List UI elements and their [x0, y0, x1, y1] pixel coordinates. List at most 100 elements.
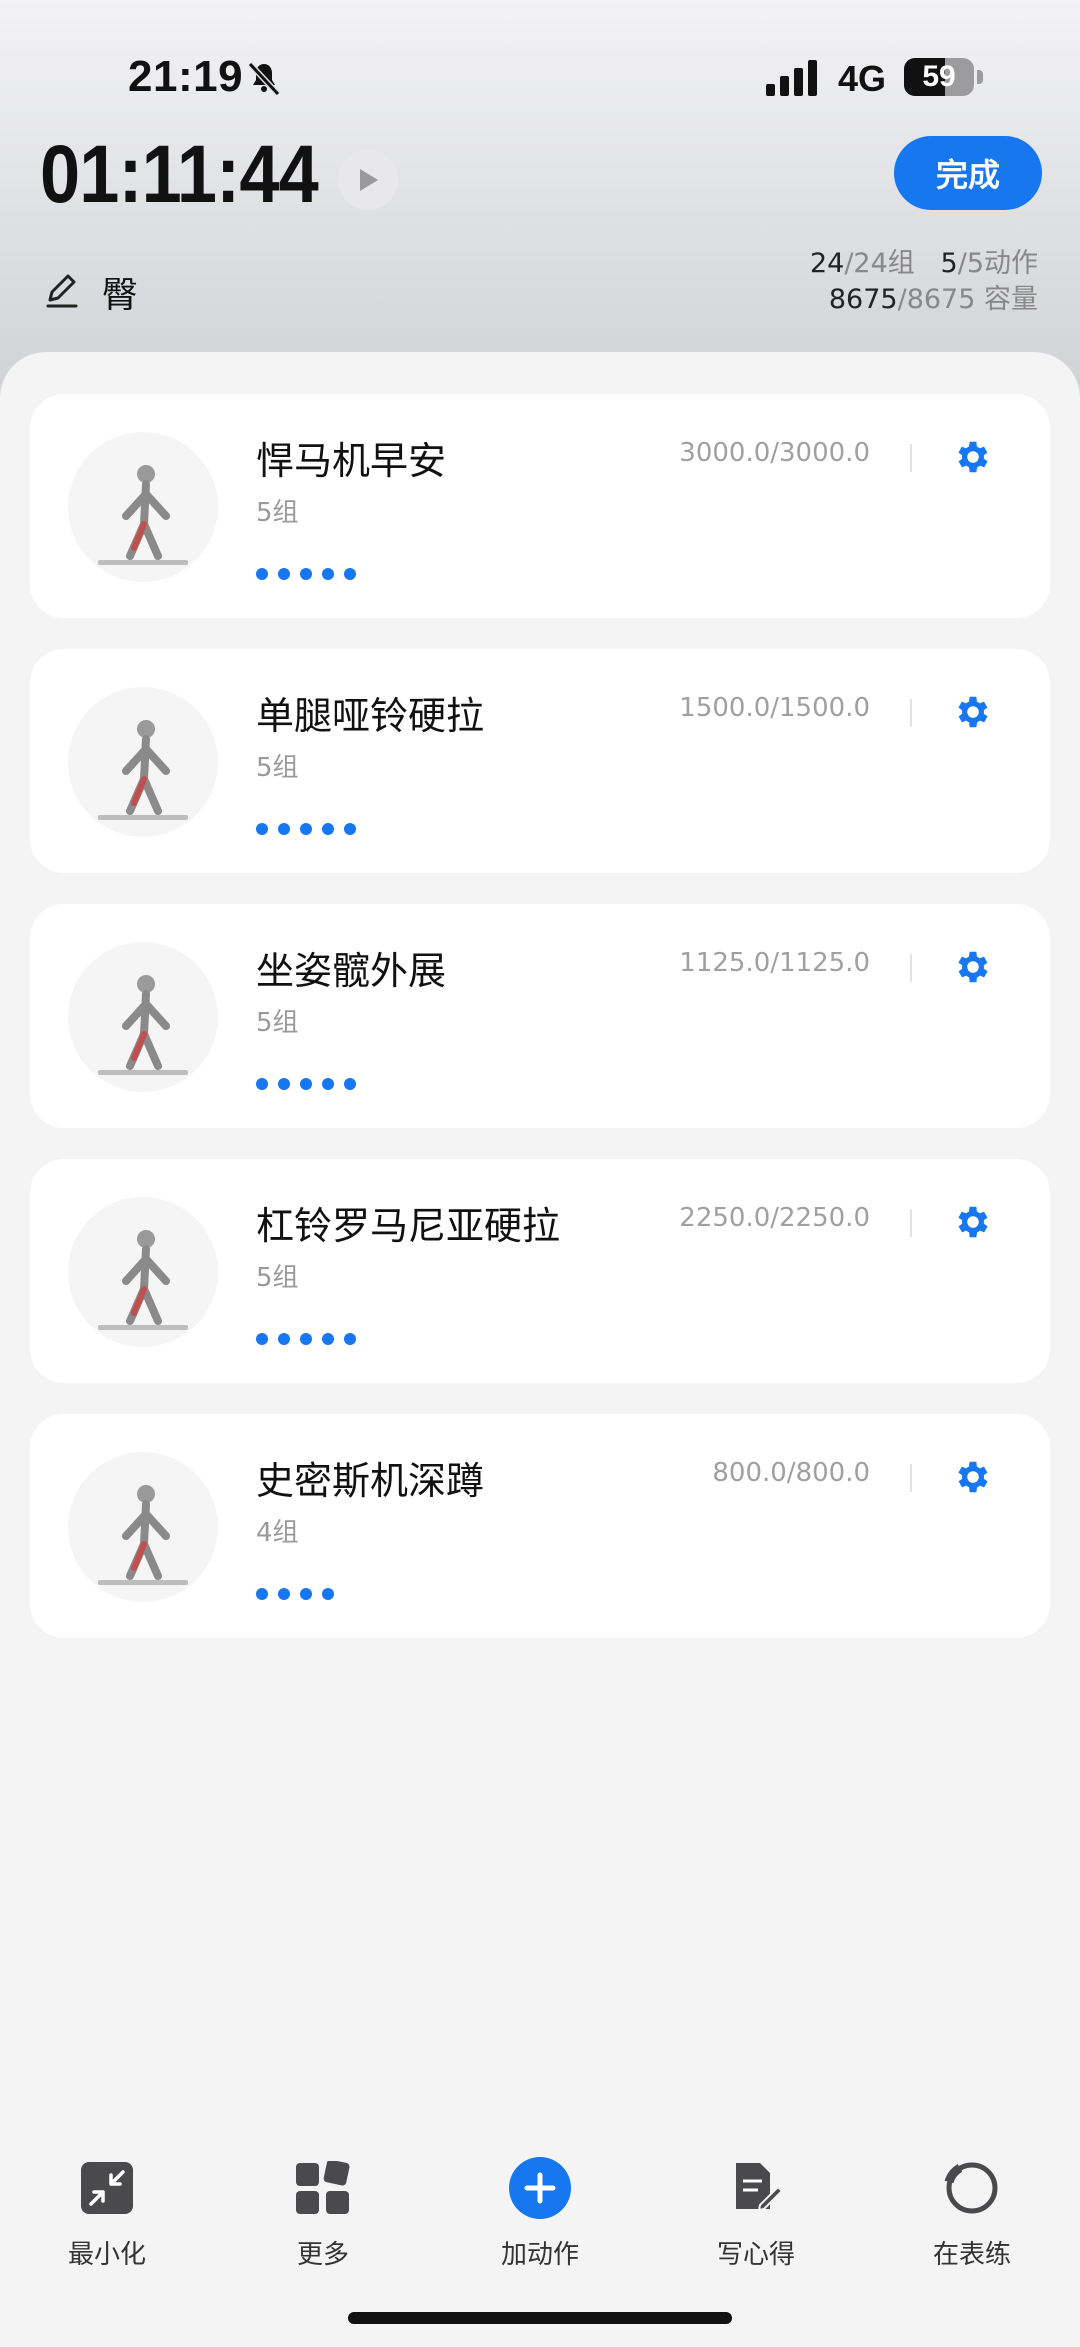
set-dot — [256, 823, 268, 835]
set-dot — [278, 568, 290, 580]
settings-button[interactable] — [948, 1452, 998, 1502]
sets-done: 24 — [809, 248, 845, 279]
set-dot — [344, 1333, 356, 1345]
exercise-volume: 3000.0/3000.0 — [679, 438, 870, 468]
set-dot — [322, 823, 334, 835]
home-indicator — [348, 2312, 732, 2324]
set-dot — [322, 1078, 334, 1090]
exercise-card[interactable]: 杠铃罗马尼亚硬拉 5组 2250.0/2250.0 — [30, 1159, 1050, 1383]
exercise-card[interactable]: 悍马机早安 5组 3000.0/3000.0 — [30, 394, 1050, 618]
set-progress-dots — [256, 1588, 334, 1600]
minimize-icon — [75, 2156, 139, 2220]
set-progress-dots — [256, 1333, 356, 1345]
exercise-volume: 1500.0/1500.0 — [679, 693, 870, 723]
settings-button[interactable] — [948, 1197, 998, 1247]
seated-hip-abduction-icon — [68, 942, 218, 1092]
exercise-name: 杠铃罗马尼亚硬拉 — [256, 1204, 561, 1248]
play-button[interactable] — [338, 150, 398, 210]
note-edit-icon — [724, 2156, 788, 2220]
battery-level: 59 — [922, 60, 956, 93]
bell-muted-icon — [247, 61, 281, 97]
exercise-volume: 1125.0/1125.0 — [679, 948, 870, 978]
nav-label: 在表练 — [932, 2240, 1011, 2270]
battery-icon: 59 — [904, 58, 974, 96]
status-time: 21:19 — [128, 52, 244, 101]
exercise-sets: 5组 — [256, 498, 299, 528]
set-dot — [256, 1588, 268, 1600]
set-dot — [256, 568, 268, 580]
muscle-group-label[interactable]: 臀 — [102, 266, 138, 318]
set-dot — [300, 1333, 312, 1345]
nav-more[interactable]: 更多 — [243, 2140, 403, 2271]
set-dot — [300, 1078, 312, 1090]
romanian-deadlift-icon — [68, 1197, 218, 1347]
exercise-name: 悍马机早安 — [256, 439, 447, 483]
settings-button[interactable] — [948, 687, 998, 737]
exercise-card[interactable]: 坐姿髋外展 5组 1125.0/1125.0 — [30, 904, 1050, 1128]
volume-done: 8675 — [828, 284, 898, 315]
machine-good-morning-icon — [68, 432, 218, 582]
settings-button[interactable] — [948, 942, 998, 992]
exercise-list: 悍马机早安 5组 3000.0/3000.0 单腿哑铃硬拉 5组 1500.0/1500.… — [0, 352, 1080, 2347]
set-dot — [256, 1078, 268, 1090]
add-circle-icon — [508, 2156, 572, 2220]
settings-button[interactable] — [948, 432, 998, 482]
exercise-volume: 2250.0/2250.0 — [679, 1203, 870, 1233]
set-dot — [344, 1078, 356, 1090]
set-dot — [256, 1333, 268, 1345]
exercise-sets: 5组 — [256, 1263, 299, 1293]
sets-total: /24组 — [844, 248, 915, 279]
set-dot — [278, 1078, 290, 1090]
smith-squat-icon — [68, 1452, 218, 1602]
nav-add-exercise[interactable]: 加动作 — [460, 2140, 620, 2271]
set-dot — [322, 1333, 334, 1345]
battery-tip — [977, 70, 983, 84]
actions-done: 5 — [940, 248, 958, 279]
divider — [910, 1209, 912, 1237]
exercise-card[interactable]: 史密斯机深蹲 4组 800.0/800.0 — [30, 1414, 1050, 1638]
divider — [910, 954, 912, 982]
volume-total: /8675 — [897, 284, 976, 315]
sets-actions-stat: 24/24组 5/5动作 — [810, 246, 1038, 282]
network-label: 4G — [838, 58, 887, 99]
set-dot — [322, 1588, 334, 1600]
workout-timer: 01:11:44 — [40, 129, 319, 220]
exercise-volume: 800.0/800.0 — [712, 1458, 870, 1488]
set-dot — [300, 1588, 312, 1600]
divider — [910, 444, 912, 472]
exercise-name: 史密斯机深蹲 — [256, 1459, 485, 1503]
set-dot — [300, 568, 312, 580]
gear-icon — [958, 696, 988, 728]
gear-icon — [958, 441, 988, 473]
nav-label: 最小化 — [67, 2240, 146, 2270]
set-dot — [322, 568, 334, 580]
edit-icon[interactable] — [42, 270, 82, 310]
play-icon — [360, 169, 378, 191]
set-dot — [278, 823, 290, 835]
nav-write-notes[interactable]: 写心得 — [676, 2140, 836, 2271]
nav-label: 更多 — [296, 2240, 349, 2270]
grid-icon — [291, 2156, 355, 2220]
set-dot — [344, 823, 356, 835]
nav-label: 加动作 — [500, 2240, 579, 2270]
exercise-name: 坐姿髋外展 — [256, 949, 447, 993]
divider — [910, 1464, 912, 1492]
divider — [910, 699, 912, 727]
done-button[interactable]: 完成 — [894, 136, 1042, 210]
gear-icon — [958, 1461, 988, 1493]
volume-unit: 容量 — [984, 284, 1038, 315]
nav-minimize[interactable]: 最小化 — [27, 2140, 187, 2271]
watch-icon — [940, 2156, 1004, 2220]
exercise-sets: 5组 — [256, 753, 299, 783]
set-progress-dots — [256, 1078, 356, 1090]
exercise-card[interactable]: 单腿哑铃硬拉 5组 1500.0/1500.0 — [30, 649, 1050, 873]
nav-watch-train[interactable]: 在表练 — [892, 2140, 1052, 2271]
exercise-sets: 4组 — [256, 1518, 299, 1548]
actions-total: /5动作 — [957, 248, 1038, 279]
exercise-sets: 5组 — [256, 1008, 299, 1038]
bottom-nav: 最小化 更多 加动作 写心得 在表练 — [0, 2140, 1080, 2280]
volume-stat: 8675/8675 容量 — [810, 282, 1038, 318]
set-dot — [278, 1588, 290, 1600]
set-progress-dots — [256, 823, 356, 835]
signal-icon — [766, 60, 817, 96]
